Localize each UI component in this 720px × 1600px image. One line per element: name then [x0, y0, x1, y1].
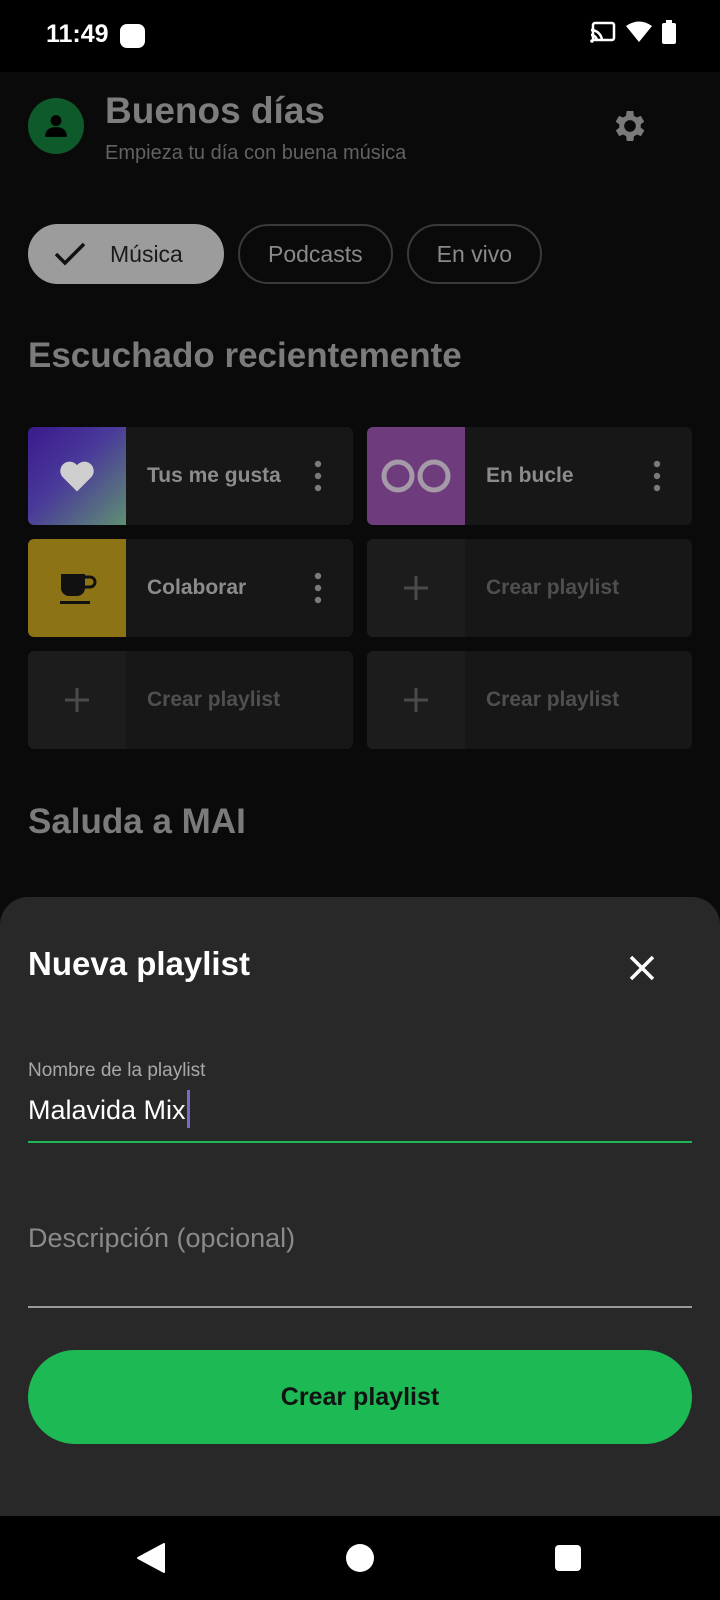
playlist-name-underline [28, 1141, 692, 1143]
new-playlist-sheet: Nueva playlist Nombre de la playlist Mal… [0, 897, 720, 1516]
home-icon[interactable] [345, 1542, 375, 1574]
gear-icon[interactable] [610, 106, 650, 146]
cup-icon [60, 574, 97, 604]
cast-icon [590, 21, 616, 43]
create-playlist-card[interactable]: Crear playlist [367, 539, 692, 637]
back-icon[interactable] [136, 1542, 166, 1574]
card-thumbnail [28, 651, 126, 749]
description-input[interactable]: Descripción (opcional) [28, 1223, 295, 1254]
status-bar: 11:49 [0, 0, 720, 72]
card-thumbnail [28, 427, 126, 525]
chip-label: Música [110, 240, 183, 267]
plus-icon [404, 576, 428, 600]
card-thumbnail [367, 427, 465, 525]
chip-live[interactable]: En vivo [406, 224, 543, 284]
recent-card-collab[interactable]: Colaborar [28, 539, 353, 637]
recent-card-loop[interactable]: En bucle [367, 427, 692, 525]
mai-section-title: Saluda a MAI [28, 802, 246, 841]
heart-icon [60, 461, 94, 492]
chip-podcasts[interactable]: Podcasts [238, 224, 393, 284]
greeting-subtitle: Empieza tu día con buena música [105, 142, 407, 164]
create-playlist-card[interactable]: Crear playlist [28, 651, 353, 749]
card-label: Crear playlist [486, 576, 620, 599]
card-label: Tus me gusta [147, 464, 281, 487]
more-vert-icon[interactable] [313, 572, 323, 604]
card-label: Crear playlist [147, 688, 281, 711]
greeting-title: Buenos días [105, 90, 325, 131]
playlist-name-value: Malavida Mix [28, 1095, 186, 1126]
system-nav-bar [0, 1516, 720, 1600]
avatar[interactable] [28, 98, 84, 154]
create-playlist-button[interactable]: Crear playlist [28, 1350, 692, 1444]
card-thumbnail [28, 539, 126, 637]
card-thumbnail [367, 651, 465, 749]
more-vert-icon[interactable] [313, 460, 323, 492]
plus-icon [404, 688, 428, 712]
more-vert-icon[interactable] [652, 460, 662, 492]
recent-card-liked[interactable]: Tus me gusta [28, 427, 353, 525]
card-label: Colaborar [147, 576, 247, 599]
card-thumbnail [367, 539, 465, 637]
recent-grid: Tus me gusta En bucle Colaborar Crear pl… [28, 427, 692, 749]
recents-icon[interactable] [554, 1542, 582, 1574]
recent-section-title: Escuchado recientemente [28, 336, 462, 375]
status-icons [590, 20, 676, 44]
card-label: En bucle [486, 464, 574, 487]
battery-icon [662, 20, 676, 44]
person-icon [45, 115, 67, 137]
status-time: 11:49 [46, 20, 109, 48]
notification-icon [120, 24, 145, 48]
chip-label: Podcasts [268, 240, 363, 267]
create-playlist-card[interactable]: Crear playlist [367, 651, 692, 749]
playlist-name-input[interactable]: Malavida Mix [28, 1090, 190, 1131]
loop-icon [381, 459, 451, 493]
wifi-icon [626, 21, 652, 42]
check-icon [54, 242, 86, 266]
chip-label: En vivo [436, 240, 513, 267]
card-label: Crear playlist [486, 688, 620, 711]
chip-music[interactable]: Música [28, 224, 224, 284]
close-icon[interactable] [626, 952, 658, 984]
playlist-name-label: Nombre de la playlist [28, 1060, 206, 1081]
sheet-title: Nueva playlist [28, 945, 250, 982]
plus-icon [65, 688, 89, 712]
description-underline [28, 1306, 692, 1308]
filter-chips: Música Podcasts En vivo [28, 224, 543, 284]
text-cursor [186, 1090, 190, 1128]
